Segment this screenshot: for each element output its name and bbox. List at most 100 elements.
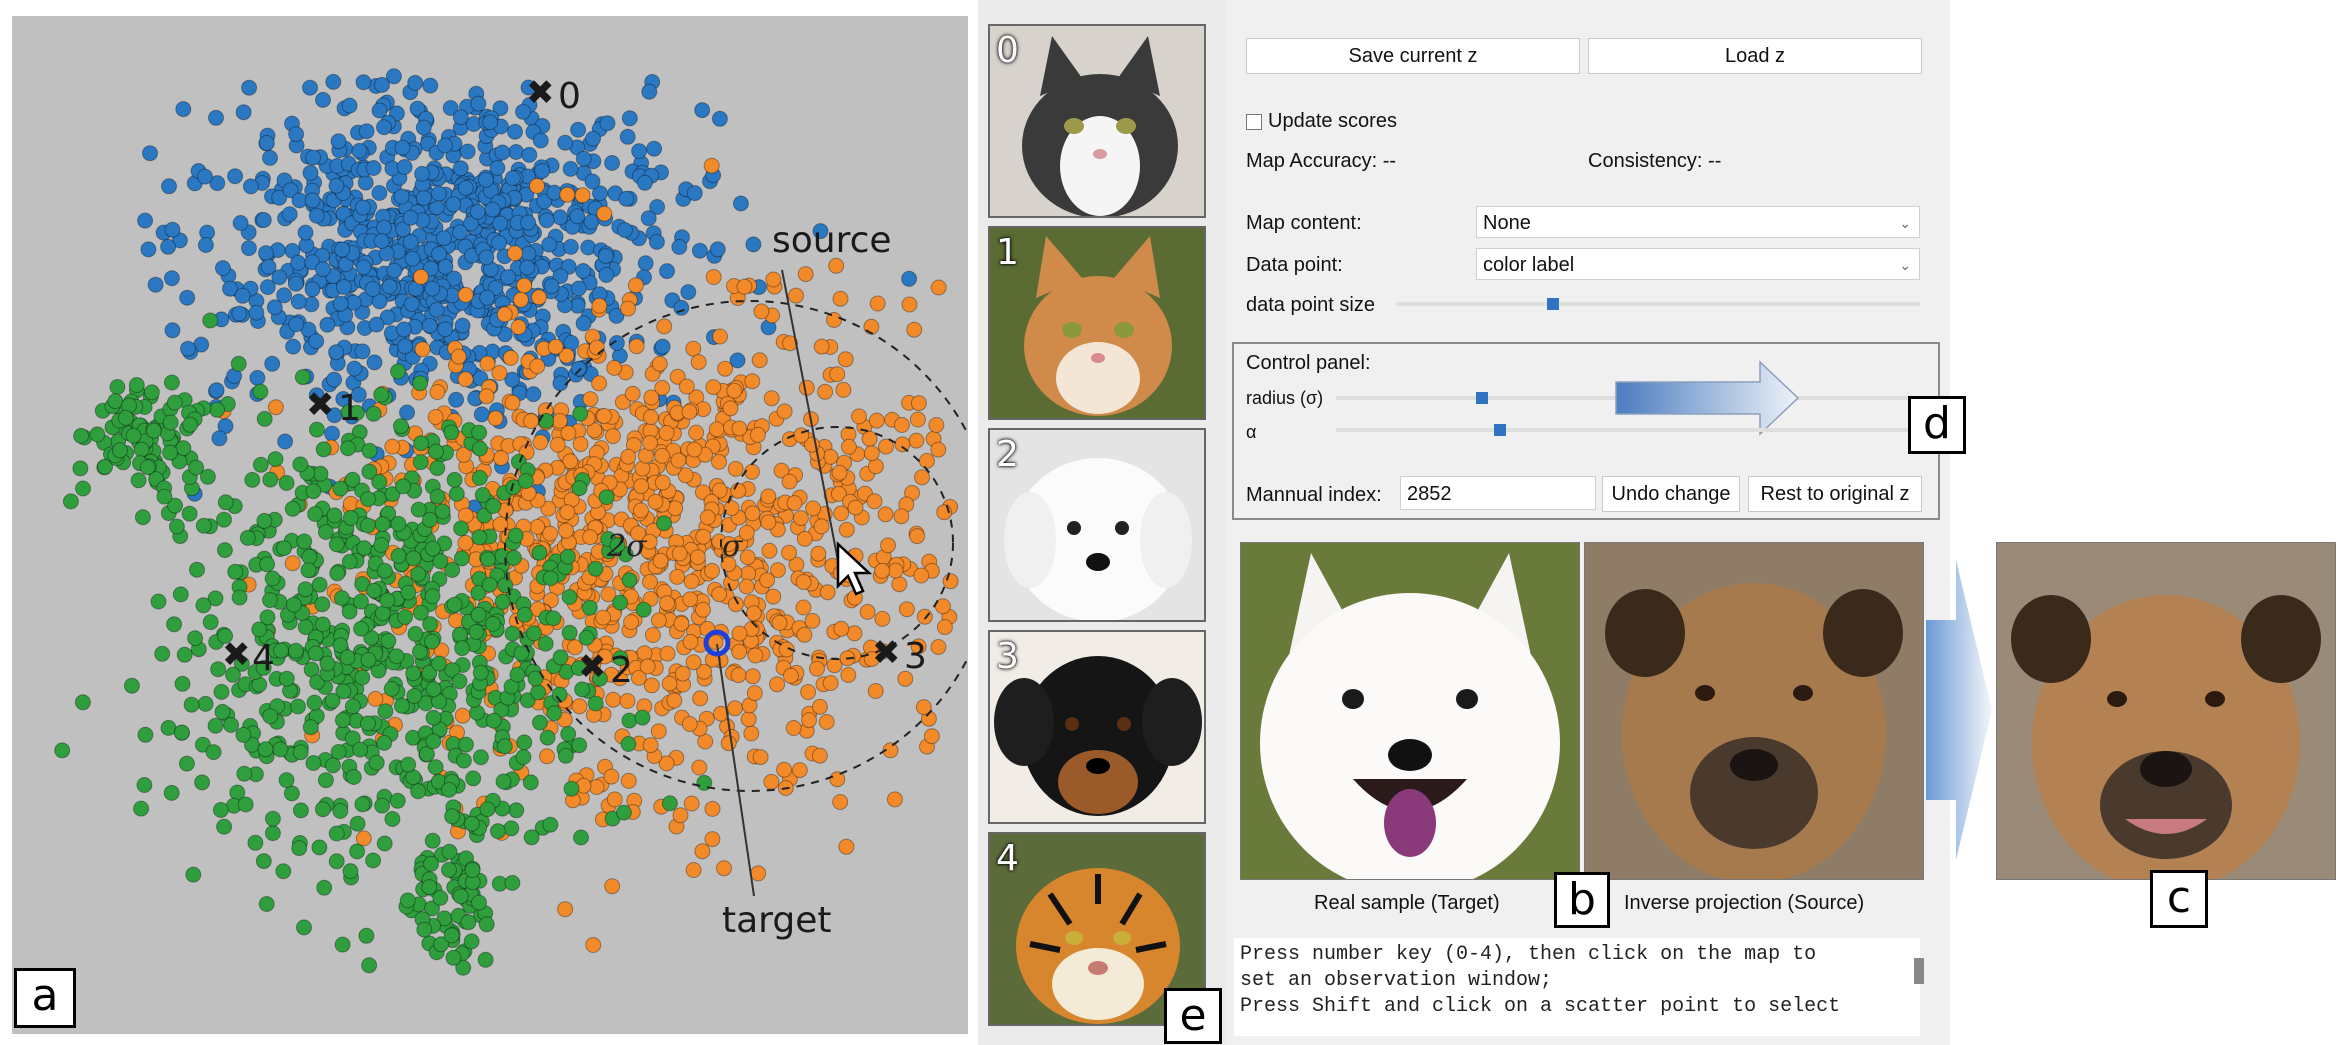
scatter-point[interactable] <box>423 855 440 872</box>
scatter-point[interactable] <box>236 765 253 782</box>
scatter-point[interactable] <box>175 101 192 118</box>
scatter-point[interactable] <box>296 919 312 936</box>
scatter-point[interactable] <box>368 316 385 333</box>
scatter-point[interactable] <box>795 599 812 616</box>
scatter-point[interactable] <box>455 752 472 769</box>
scatter-point[interactable] <box>371 185 388 201</box>
scatter-point[interactable] <box>217 494 234 511</box>
scatter-point[interactable] <box>305 149 322 166</box>
scatter-point[interactable] <box>216 511 232 528</box>
scatter-point[interactable] <box>458 736 474 753</box>
scatter-point[interactable] <box>782 667 799 684</box>
scatter-point[interactable] <box>585 937 602 953</box>
scatter-point[interactable] <box>403 296 420 312</box>
scatter-point[interactable] <box>559 504 576 521</box>
scatter-point[interactable] <box>832 290 849 307</box>
scatter-point[interactable] <box>453 520 470 537</box>
scatter-point[interactable] <box>868 412 885 429</box>
scatter-point[interactable] <box>695 601 711 618</box>
scatter-point[interactable] <box>424 280 441 297</box>
scatter-point[interactable] <box>328 177 345 194</box>
scatter-point[interactable] <box>811 747 828 764</box>
scatter-point[interactable] <box>471 529 488 546</box>
scatter-point[interactable] <box>620 772 637 789</box>
scatter-point[interactable] <box>325 757 341 774</box>
scatter-point[interactable] <box>866 493 883 510</box>
scatter-point[interactable] <box>304 281 321 298</box>
scatter-point[interactable] <box>208 109 224 126</box>
class-marker-1[interactable]: ✖ 1 <box>306 385 361 429</box>
scatter-point[interactable] <box>213 683 230 700</box>
scatter-point[interactable] <box>837 351 854 368</box>
scatter-point[interactable] <box>813 518 830 535</box>
scatter-point[interactable] <box>277 433 294 450</box>
scatter-point[interactable] <box>365 160 382 176</box>
scatter-point[interactable] <box>262 471 279 488</box>
scatter-point[interactable] <box>137 726 154 743</box>
scatter-point[interactable] <box>833 620 850 637</box>
scatter-point[interactable] <box>914 469 930 486</box>
scatter-point[interactable] <box>682 633 699 650</box>
scatter-point[interactable] <box>709 241 726 258</box>
scatter-point[interactable] <box>197 695 214 712</box>
scatter-point[interactable] <box>505 549 522 566</box>
scatter-point[interactable] <box>284 555 301 572</box>
scatter-point[interactable] <box>260 258 277 275</box>
scatter-point[interactable] <box>412 454 429 471</box>
scatter-point[interactable] <box>434 503 451 520</box>
scatter-point[interactable] <box>617 222 633 239</box>
scatter-point[interactable] <box>887 562 904 579</box>
scatter-point[interactable] <box>686 441 703 458</box>
scatter-point[interactable] <box>666 692 683 709</box>
scatter-point[interactable] <box>332 803 349 819</box>
scatter-point[interactable] <box>374 516 391 533</box>
scatter-point[interactable] <box>339 649 356 666</box>
scatter-point[interactable] <box>584 173 601 190</box>
scatter-point[interactable] <box>691 242 708 259</box>
scatter-point[interactable] <box>471 469 488 486</box>
scatter-point[interactable] <box>877 506 894 523</box>
scatter-map-panel[interactable]: 2σ σ source target ✖ 0 ✖ 1 ✖ 2 ✖ 3 ✖ 4 <box>12 16 968 1034</box>
scatter-point[interactable] <box>557 747 574 764</box>
scatter-point[interactable] <box>425 709 442 726</box>
scatter-point[interactable] <box>249 369 266 386</box>
scatter-point[interactable] <box>373 386 390 403</box>
scatter-point[interactable] <box>822 675 839 691</box>
scatter-point[interactable] <box>532 132 549 149</box>
scatter-point[interactable] <box>302 719 319 736</box>
scatter-point[interactable] <box>573 829 589 846</box>
scatter-point[interactable] <box>351 142 368 159</box>
scatter-point[interactable] <box>659 263 675 280</box>
scatter-point[interactable] <box>659 645 676 662</box>
scatter-point[interactable] <box>930 639 947 655</box>
scatter-point[interactable] <box>394 139 411 156</box>
scatter-point[interactable] <box>311 576 328 593</box>
scatter-point[interactable] <box>425 681 442 698</box>
scatter-point[interactable] <box>491 234 507 251</box>
scatter-point[interactable] <box>262 149 278 166</box>
scatter-point[interactable] <box>252 383 269 400</box>
scatter-point[interactable] <box>651 355 668 372</box>
scatter-point[interactable] <box>227 563 244 580</box>
scatter-point[interactable] <box>654 338 671 355</box>
scatter-point[interactable] <box>407 625 424 642</box>
scatter-point[interactable] <box>894 436 911 453</box>
scatter-point[interactable] <box>264 570 281 587</box>
scatter-point[interactable] <box>424 588 441 605</box>
scatter-point[interactable] <box>412 375 429 392</box>
scatter-point[interactable] <box>597 248 614 265</box>
scatter-point[interactable] <box>526 625 542 642</box>
scatter-point[interactable] <box>470 95 487 112</box>
scatter-point[interactable] <box>551 412 568 429</box>
scatter-point[interactable] <box>583 213 600 230</box>
scatter-point[interactable] <box>214 703 231 720</box>
scatter-point[interactable] <box>497 577 514 594</box>
scatter-point[interactable] <box>345 769 362 785</box>
scatter-point[interactable] <box>230 355 247 372</box>
scatter-point[interactable] <box>341 553 358 570</box>
scatter-point[interactable] <box>281 206 298 223</box>
scatter-point[interactable] <box>301 548 318 565</box>
scatter-point[interactable] <box>563 780 580 797</box>
scatter-point[interactable] <box>731 643 748 660</box>
scatter-point[interactable] <box>791 762 808 779</box>
